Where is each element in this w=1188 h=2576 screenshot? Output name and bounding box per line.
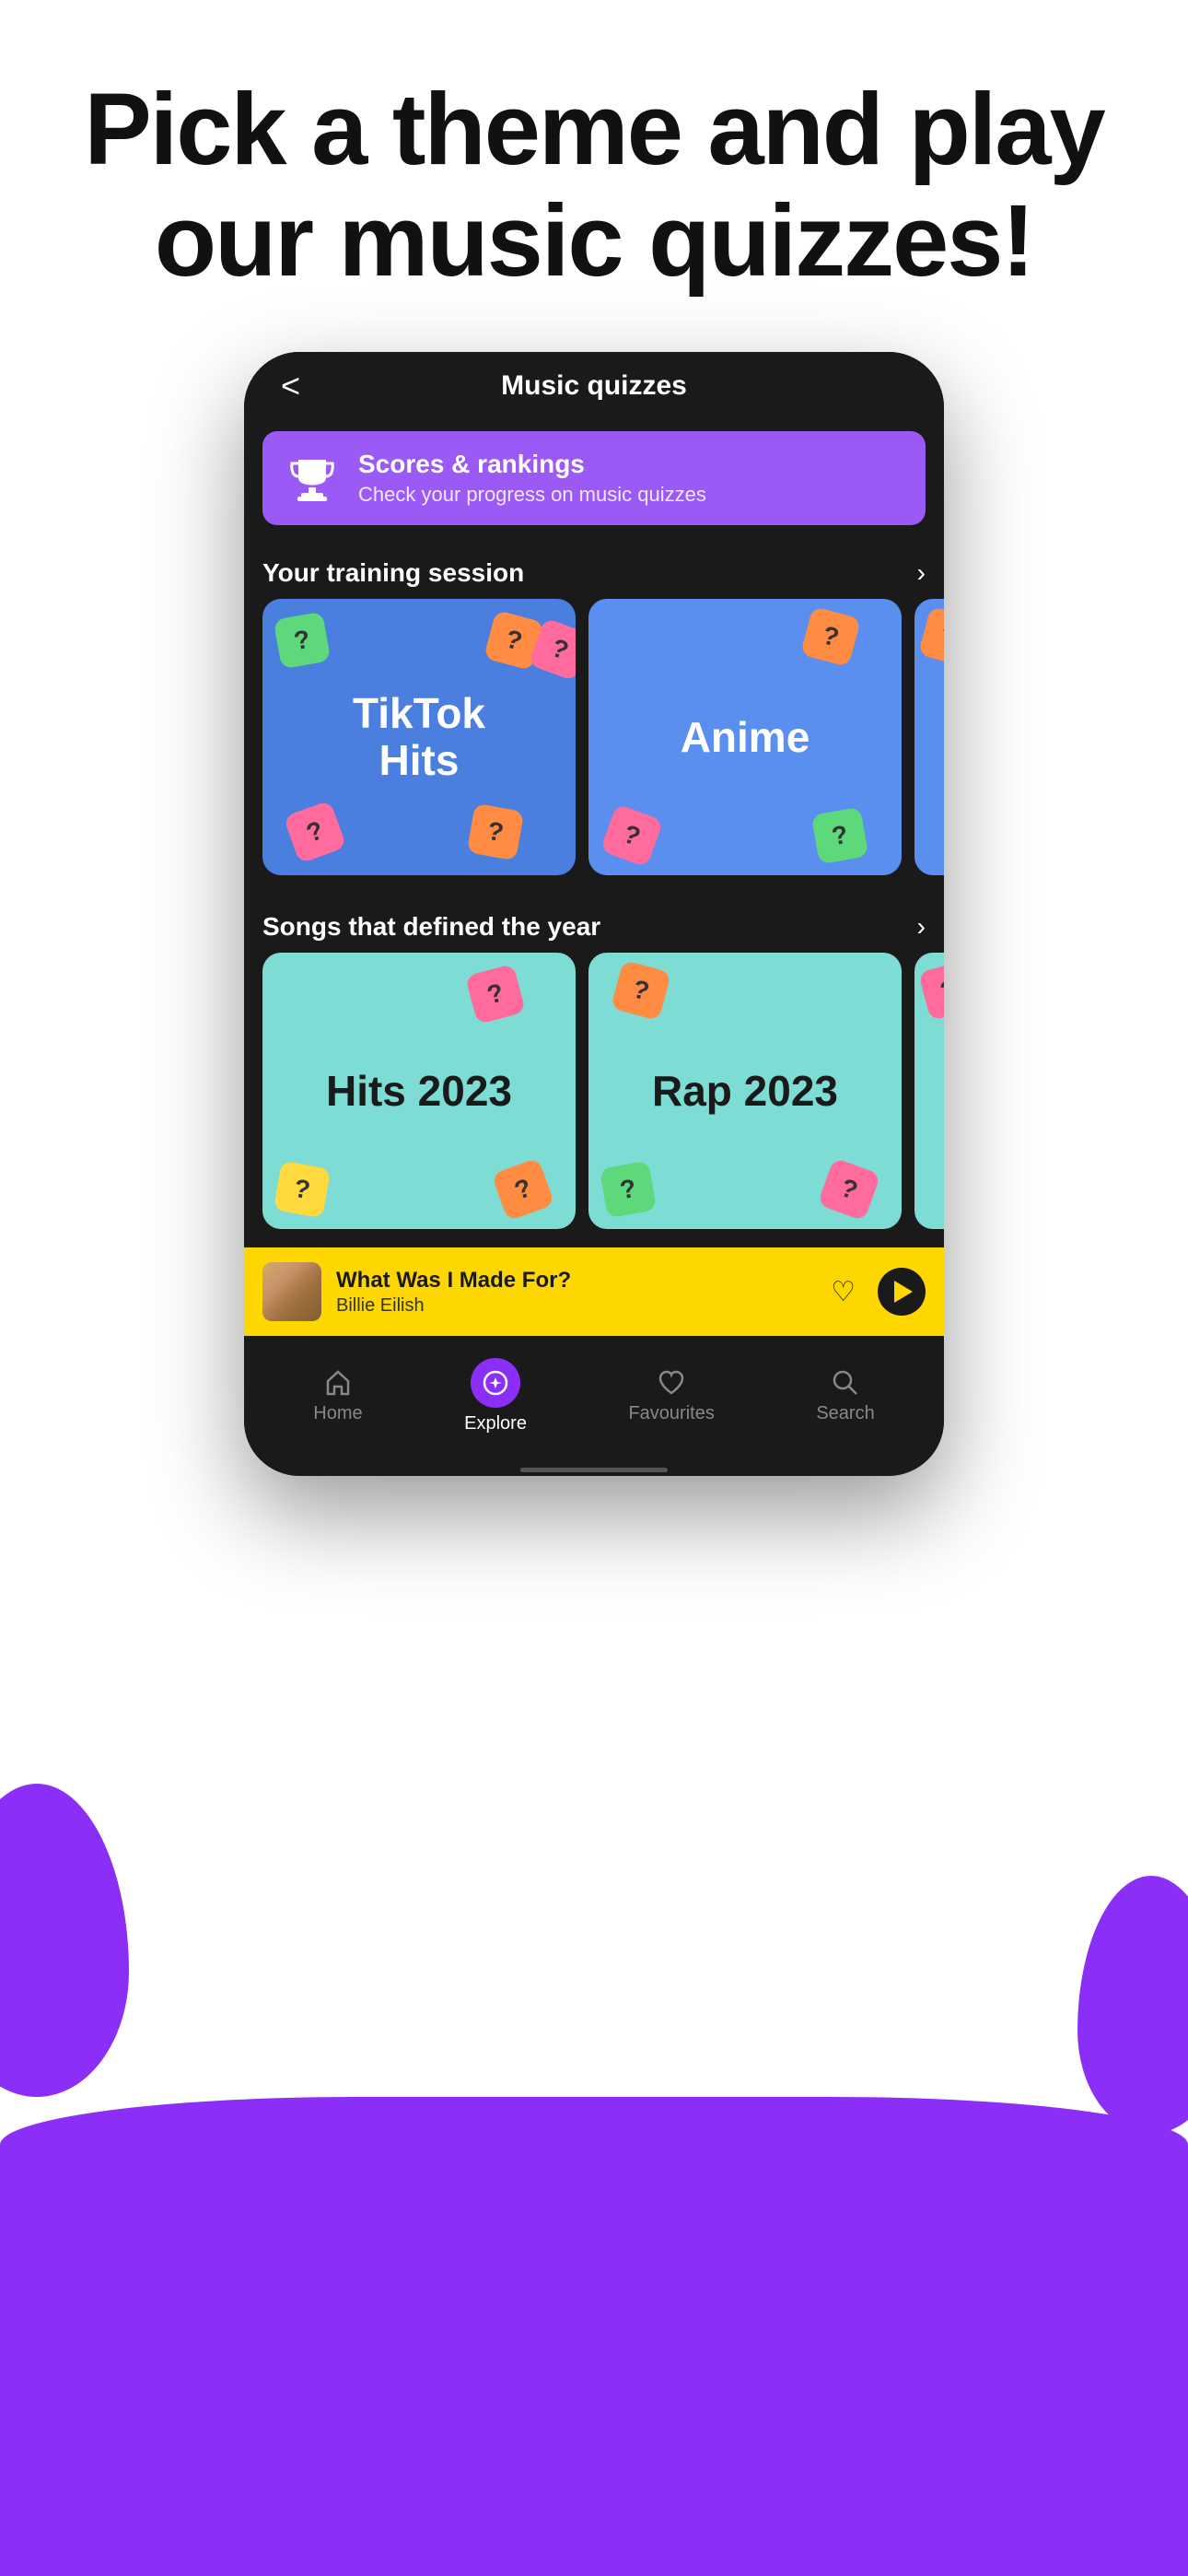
partial-card-training: ? xyxy=(914,599,944,875)
year-cards-row: ? ? ? Hits 2023 ? ? ? Rap 2023 ? xyxy=(244,953,944,1247)
play-button[interactable] xyxy=(878,1268,926,1316)
scores-subtitle: Check your progress on music quizzes xyxy=(358,483,903,507)
nav-search[interactable]: Search xyxy=(794,1361,896,1432)
favourites-icon xyxy=(657,1368,686,1398)
explore-icon xyxy=(483,1370,508,1396)
scores-text: Scores & rankings Check your progress on… xyxy=(358,450,903,507)
chevron-right-icon: › xyxy=(917,558,926,588)
rap2023-label: Rap 2023 xyxy=(652,1068,838,1115)
phone-mockup: < Music quizzes Scores & rankings Check … xyxy=(244,352,944,1476)
q-mark-decoration: ? xyxy=(467,803,525,861)
search-icon xyxy=(831,1368,860,1398)
now-playing-artist: Billie Eilish xyxy=(336,1295,809,1317)
nav-favourites[interactable]: Favourites xyxy=(606,1361,736,1432)
q-mark-decoration: ? xyxy=(600,803,663,867)
explore-icon-bg xyxy=(471,1358,520,1408)
q-mark-decoration: ? xyxy=(811,807,869,865)
tiktok-hits-card[interactable]: ? ? ? ? ? TikTok Hits xyxy=(262,599,576,875)
now-playing-info: What Was I Made For? Billie Eilish xyxy=(336,1268,809,1317)
nav-explore-label: Explore xyxy=(464,1413,527,1434)
q-mark-decoration: ? xyxy=(817,1157,880,1221)
partial-card-year: ? xyxy=(914,953,944,1229)
home-icon xyxy=(323,1368,353,1398)
q-mark-decoration: ? xyxy=(491,1157,554,1221)
nav-search-label: Search xyxy=(816,1403,874,1424)
q-mark-decoration: ? xyxy=(465,964,526,1025)
anime-card[interactable]: ? ? ? Anime xyxy=(588,599,902,875)
nav-home[interactable]: Home xyxy=(291,1361,384,1432)
phone-topbar: < Music quizzes xyxy=(244,352,944,416)
hero-title: Pick a theme and play our music quizzes! xyxy=(0,74,1188,297)
now-playing-bar[interactable]: What Was I Made For? Billie Eilish ♡ xyxy=(244,1247,944,1336)
year-section-title: Songs that defined the year xyxy=(262,912,600,942)
q-mark-decoration: ? xyxy=(918,960,944,1021)
trophy-icon xyxy=(285,451,340,506)
hits2023-card[interactable]: ? ? ? Hits 2023 xyxy=(262,953,576,1229)
phone-screen-title: Music quizzes xyxy=(501,370,687,402)
back-button[interactable]: < xyxy=(281,367,300,405)
rap2023-card[interactable]: ? ? ? Rap 2023 xyxy=(588,953,902,1229)
bottom-nav: Home Explore Favourites xyxy=(244,1336,944,1460)
scores-title: Scores & rankings xyxy=(358,450,903,479)
nav-home-label: Home xyxy=(313,1403,362,1424)
q-mark-decoration: ? xyxy=(918,606,944,667)
play-triangle-icon xyxy=(894,1281,913,1303)
year-section-header[interactable]: Songs that defined the year › xyxy=(244,894,944,953)
q-mark-decoration: ? xyxy=(274,612,332,670)
album-art xyxy=(262,1262,321,1321)
now-playing-title: What Was I Made For? xyxy=(336,1268,809,1294)
tiktok-hits-label: TikTok Hits xyxy=(353,690,485,783)
training-section-title: Your training session xyxy=(262,558,524,588)
anime-label: Anime xyxy=(681,714,810,761)
nav-bottom-indicator xyxy=(520,1468,668,1472)
q-mark-decoration: ? xyxy=(600,1161,658,1219)
chevron-right-icon-2: › xyxy=(917,912,926,942)
training-cards-row: ? ? ? ? ? TikTok Hits ? ? ? Anime ? xyxy=(244,599,944,894)
nav-explore[interactable]: Explore xyxy=(442,1351,549,1442)
q-mark-decoration: ? xyxy=(283,800,346,863)
q-mark-decoration: ? xyxy=(800,606,861,667)
heart-button[interactable]: ♡ xyxy=(823,1269,863,1316)
scores-rankings-banner[interactable]: Scores & rankings Check your progress on… xyxy=(262,431,926,525)
q-mark-decoration: ? xyxy=(611,960,671,1021)
hits2023-label: Hits 2023 xyxy=(326,1068,512,1115)
training-section-header[interactable]: Your training session › xyxy=(244,540,944,599)
q-mark-decoration: ? xyxy=(274,1161,332,1219)
nav-favourites-label: Favourites xyxy=(628,1403,714,1424)
